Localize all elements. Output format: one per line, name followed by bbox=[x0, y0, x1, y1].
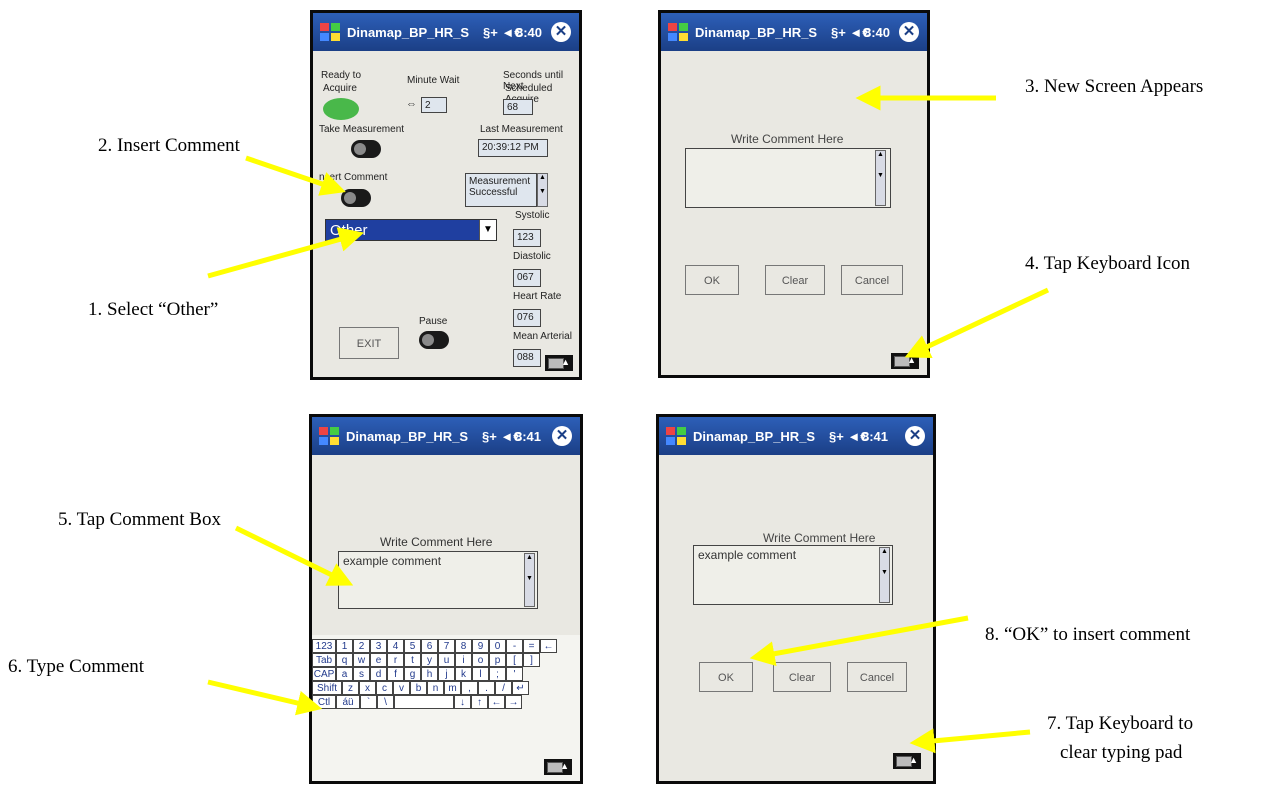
arrow-step-5 bbox=[234, 525, 354, 586]
arrow-step-1 bbox=[207, 227, 365, 279]
arrow-step-8 bbox=[749, 615, 969, 667]
arrow-step-7 bbox=[909, 728, 1031, 754]
annotation-arrows bbox=[207, 85, 1050, 754]
arrow-step-4 bbox=[904, 287, 1050, 358]
arrow-step-6 bbox=[207, 679, 323, 716]
arrow-step-2 bbox=[245, 155, 346, 196]
